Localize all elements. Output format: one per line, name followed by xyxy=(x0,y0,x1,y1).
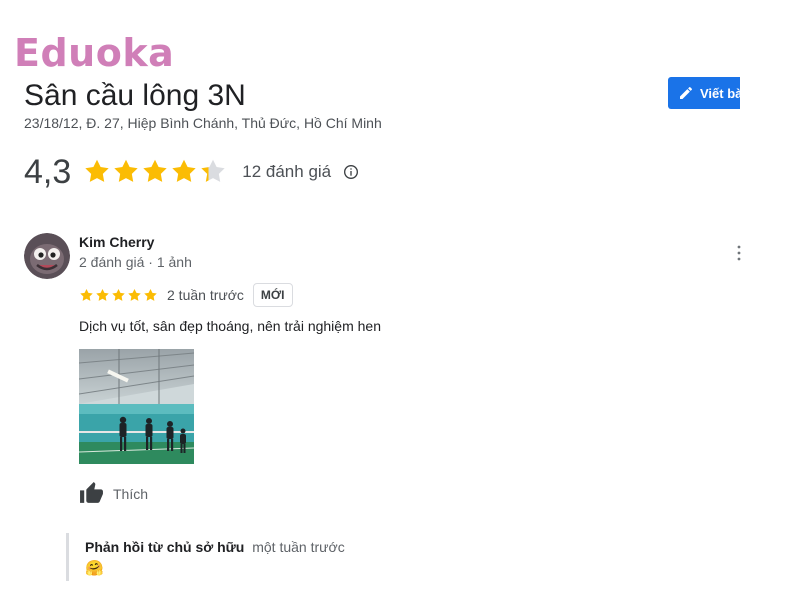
owner-reply-header: Phản hồi từ chủ sở hữu một tuần trước xyxy=(85,533,345,555)
rating-value: 4,3 xyxy=(24,153,72,191)
review-star-4 xyxy=(128,288,141,301)
write-review-label: Viết bài đánh giá xyxy=(700,85,740,101)
info-icon[interactable] xyxy=(343,164,359,180)
rating-star-5 xyxy=(201,159,225,182)
place-title: Sân cầu lông 3N xyxy=(24,79,246,112)
thumbs-up-icon xyxy=(80,482,103,503)
eduoka-watermark: Eduoka xyxy=(14,31,175,75)
owner-reply-label: Phản hồi từ chủ sở hữu xyxy=(85,539,245,555)
review-count[interactable]: 12 đánh giá xyxy=(242,162,331,182)
review-star-3 xyxy=(112,288,125,301)
new-badge: MỚI xyxy=(252,283,293,307)
review-photo[interactable] xyxy=(79,349,194,464)
reviewer-meta: 2 đánh giá · 1 ảnh xyxy=(79,254,192,270)
rating-star-2 xyxy=(114,159,138,182)
like-label: Thích xyxy=(113,485,149,502)
review-star-2 xyxy=(96,288,109,301)
avatar[interactable] xyxy=(24,233,70,279)
owner-reply: Phản hồi từ chủ sở hữu một tuần trước 🤗 xyxy=(66,533,345,581)
rating-stars xyxy=(83,158,228,186)
owner-reply-text: 🤗 xyxy=(85,559,104,577)
review-star-1 xyxy=(80,288,93,301)
place-address: 23/18/12, Đ. 27, Hiệp Bình Chánh, Thủ Đứ… xyxy=(24,115,382,131)
review-rating-line: 2 tuần trước MỚI xyxy=(79,283,293,307)
review-stars xyxy=(79,288,159,303)
rating-summary: 4,3 12 đánh giá xyxy=(24,152,359,192)
reviewer-name[interactable]: Kim Cherry xyxy=(79,234,154,250)
review-time: 2 tuần trước xyxy=(167,287,244,303)
rating-star-3 xyxy=(143,159,167,182)
owner-reply-time: một tuần trước xyxy=(252,539,345,555)
write-review-button[interactable]: Viết bài đánh giá xyxy=(668,77,740,109)
like-button[interactable]: Thích xyxy=(79,481,148,506)
pencil-icon xyxy=(680,87,692,99)
review-text: Dịch vụ tốt, sân đẹp thoáng, nên trải ng… xyxy=(79,318,381,334)
more-options-icon[interactable] xyxy=(736,244,742,262)
review-star-5 xyxy=(144,288,157,301)
rating-star-1 xyxy=(85,159,109,182)
rating-star-4 xyxy=(172,159,196,182)
